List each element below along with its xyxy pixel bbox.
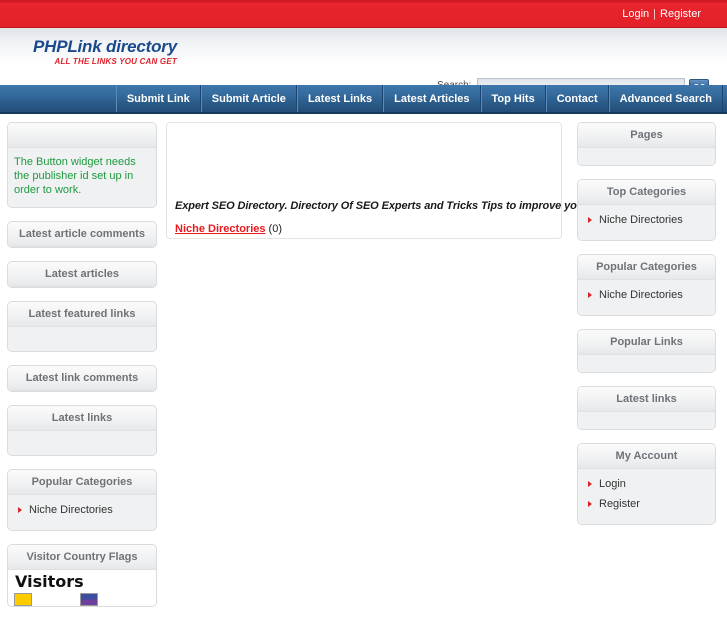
widget-popular-categories-right-header: Popular Categories <box>578 255 715 280</box>
visitors-heading: Visitors <box>15 572 84 591</box>
widget-my-account-header: My Account <box>578 444 715 469</box>
widget-popular-categories-left-body: Niche Directories <box>8 495 156 530</box>
my-account-login-link[interactable]: Login <box>599 478 626 490</box>
widget-latest-featured-links-body <box>8 327 156 351</box>
widget-pages-header: Pages <box>578 123 715 148</box>
logo-tagline: ALL THE LINKS YOU CAN GET <box>54 57 177 66</box>
widget-latest-featured-links: Latest featured links <box>7 301 157 352</box>
widget-popular-categories-left: Popular Categories Niche Directories <box>7 469 157 531</box>
bullet-arrow-icon <box>588 292 592 298</box>
widget-latest-links-right-header: Latest links <box>578 387 715 412</box>
widget-visitor-country-flags-body: Visitors <box>8 570 156 606</box>
list-item: Register <box>587 498 706 511</box>
left-sidebar: The Button widget needs the publisher id… <box>7 122 157 620</box>
widget-top-categories-header: Top Categories <box>578 180 715 205</box>
visitor-flag-row <box>12 593 152 606</box>
nav-item-top-hits[interactable]: Top Hits <box>480 85 546 112</box>
list-item: Niche Directories <box>587 289 706 302</box>
bullet-arrow-icon <box>588 217 592 223</box>
nav-item-contact[interactable]: Contact <box>545 85 609 112</box>
list-item: Niche Directories <box>587 214 706 227</box>
widget-popular-categories-left-header: Popular Categories <box>8 470 156 495</box>
button-widget-notice: The Button widget needs the publisher id… <box>12 152 152 205</box>
login-link[interactable]: Login <box>622 8 649 20</box>
widget-popular-links-body <box>578 355 715 372</box>
widget-latest-article-comments: Latest article comments <box>7 221 157 248</box>
widget-top-categories-body: Niche Directories <box>578 205 715 240</box>
category-entry: Niche Directories (0) <box>175 223 282 235</box>
widget-button-body: The Button widget needs the publisher id… <box>8 148 156 207</box>
widget-latest-links-right: Latest links <box>577 386 716 430</box>
popular-categories-right-list: Niche Directories <box>587 287 706 308</box>
my-account-list: Login Register <box>587 476 706 517</box>
widget-top-categories: Top Categories Niche Directories <box>577 179 716 241</box>
widget-latest-links-left: Latest links <box>7 405 157 456</box>
page-body: The Button widget needs the publisher id… <box>0 114 727 607</box>
country-flag-icon <box>14 593 32 606</box>
widget-visitor-country-flags-header: Visitor Country Flags <box>8 545 156 570</box>
widget-latest-articles: Latest articles <box>7 261 157 288</box>
widget-visitor-country-flags: Visitor Country Flags Visitors <box>7 544 157 607</box>
popular-categories-left-list: Niche Directories <box>17 502 147 523</box>
bullet-arrow-icon <box>18 507 22 513</box>
logo-text: PHPLink directory <box>33 37 177 56</box>
widget-button-header <box>8 123 156 148</box>
top-category-link-niche-directories[interactable]: Niche Directories <box>599 214 683 226</box>
popular-category-link-niche-directories[interactable]: Niche Directories <box>599 289 683 301</box>
widget-latest-article-comments-header: Latest article comments <box>8 222 156 247</box>
nav-item-advanced-search[interactable]: Advanced Search <box>608 85 723 112</box>
widget-latest-articles-header: Latest articles <box>8 262 156 287</box>
widget-my-account: My Account Login Register <box>577 443 716 525</box>
right-sidebar: Pages Top Categories Niche Directories P… <box>577 122 716 538</box>
main-category-count: (0) <box>268 223 282 235</box>
site-header: PHPLink directory ALL THE LINKS YOU CAN … <box>0 28 727 94</box>
content-box: Expert SEO Directory. Directory Of SEO E… <box>166 122 681 239</box>
bullet-arrow-icon <box>588 501 592 507</box>
main-category-link-niche-directories[interactable]: Niche Directories <box>175 223 265 235</box>
widget-pages: Pages <box>577 122 716 166</box>
widget-latest-links-left-body <box>8 431 156 455</box>
widget-popular-categories-right: Popular Categories Niche Directories <box>577 254 716 316</box>
links-separator: | <box>653 8 657 20</box>
widget-pages-body <box>578 148 715 165</box>
widget-button: The Button widget needs the publisher id… <box>7 122 157 208</box>
list-item: Niche Directories <box>17 504 147 517</box>
main-content: Expert SEO Directory. Directory Of SEO E… <box>166 122 681 239</box>
widget-popular-links-header: Popular Links <box>578 330 715 355</box>
my-account-register-link[interactable]: Register <box>599 498 640 510</box>
widget-latest-link-comments: Latest link comments <box>7 365 157 392</box>
nav-item-latest-articles[interactable]: Latest Articles <box>383 85 481 112</box>
bullet-arrow-icon <box>588 481 592 487</box>
account-links: Login | Register <box>622 0 701 28</box>
register-link[interactable]: Register <box>660 8 701 20</box>
widget-latest-link-comments-header: Latest link comments <box>8 366 156 391</box>
widget-popular-categories-right-body: Niche Directories <box>578 280 715 315</box>
site-logo[interactable]: PHPLink directory ALL THE LINKS YOU CAN … <box>33 37 177 67</box>
widget-my-account-body: Login Register <box>578 469 715 524</box>
nav-item-submit-article[interactable]: Submit Article <box>200 85 297 112</box>
main-navigation: Submit Link Submit Article Latest Links … <box>0 85 727 114</box>
widget-popular-links: Popular Links <box>577 329 716 373</box>
list-item: Login <box>587 478 706 491</box>
top-categories-list: Niche Directories <box>587 212 706 233</box>
widget-latest-featured-links-header: Latest featured links <box>8 302 156 327</box>
nav-item-latest-links[interactable]: Latest Links <box>296 85 384 112</box>
nav-item-submit-link[interactable]: Submit Link <box>115 85 201 112</box>
widget-latest-links-left-header: Latest links <box>8 406 156 431</box>
country-flag-icon <box>80 593 98 606</box>
widget-latest-links-right-body <box>578 412 715 429</box>
category-link-niche-directories[interactable]: Niche Directories <box>29 504 113 516</box>
top-bar: Login | Register <box>0 0 727 28</box>
